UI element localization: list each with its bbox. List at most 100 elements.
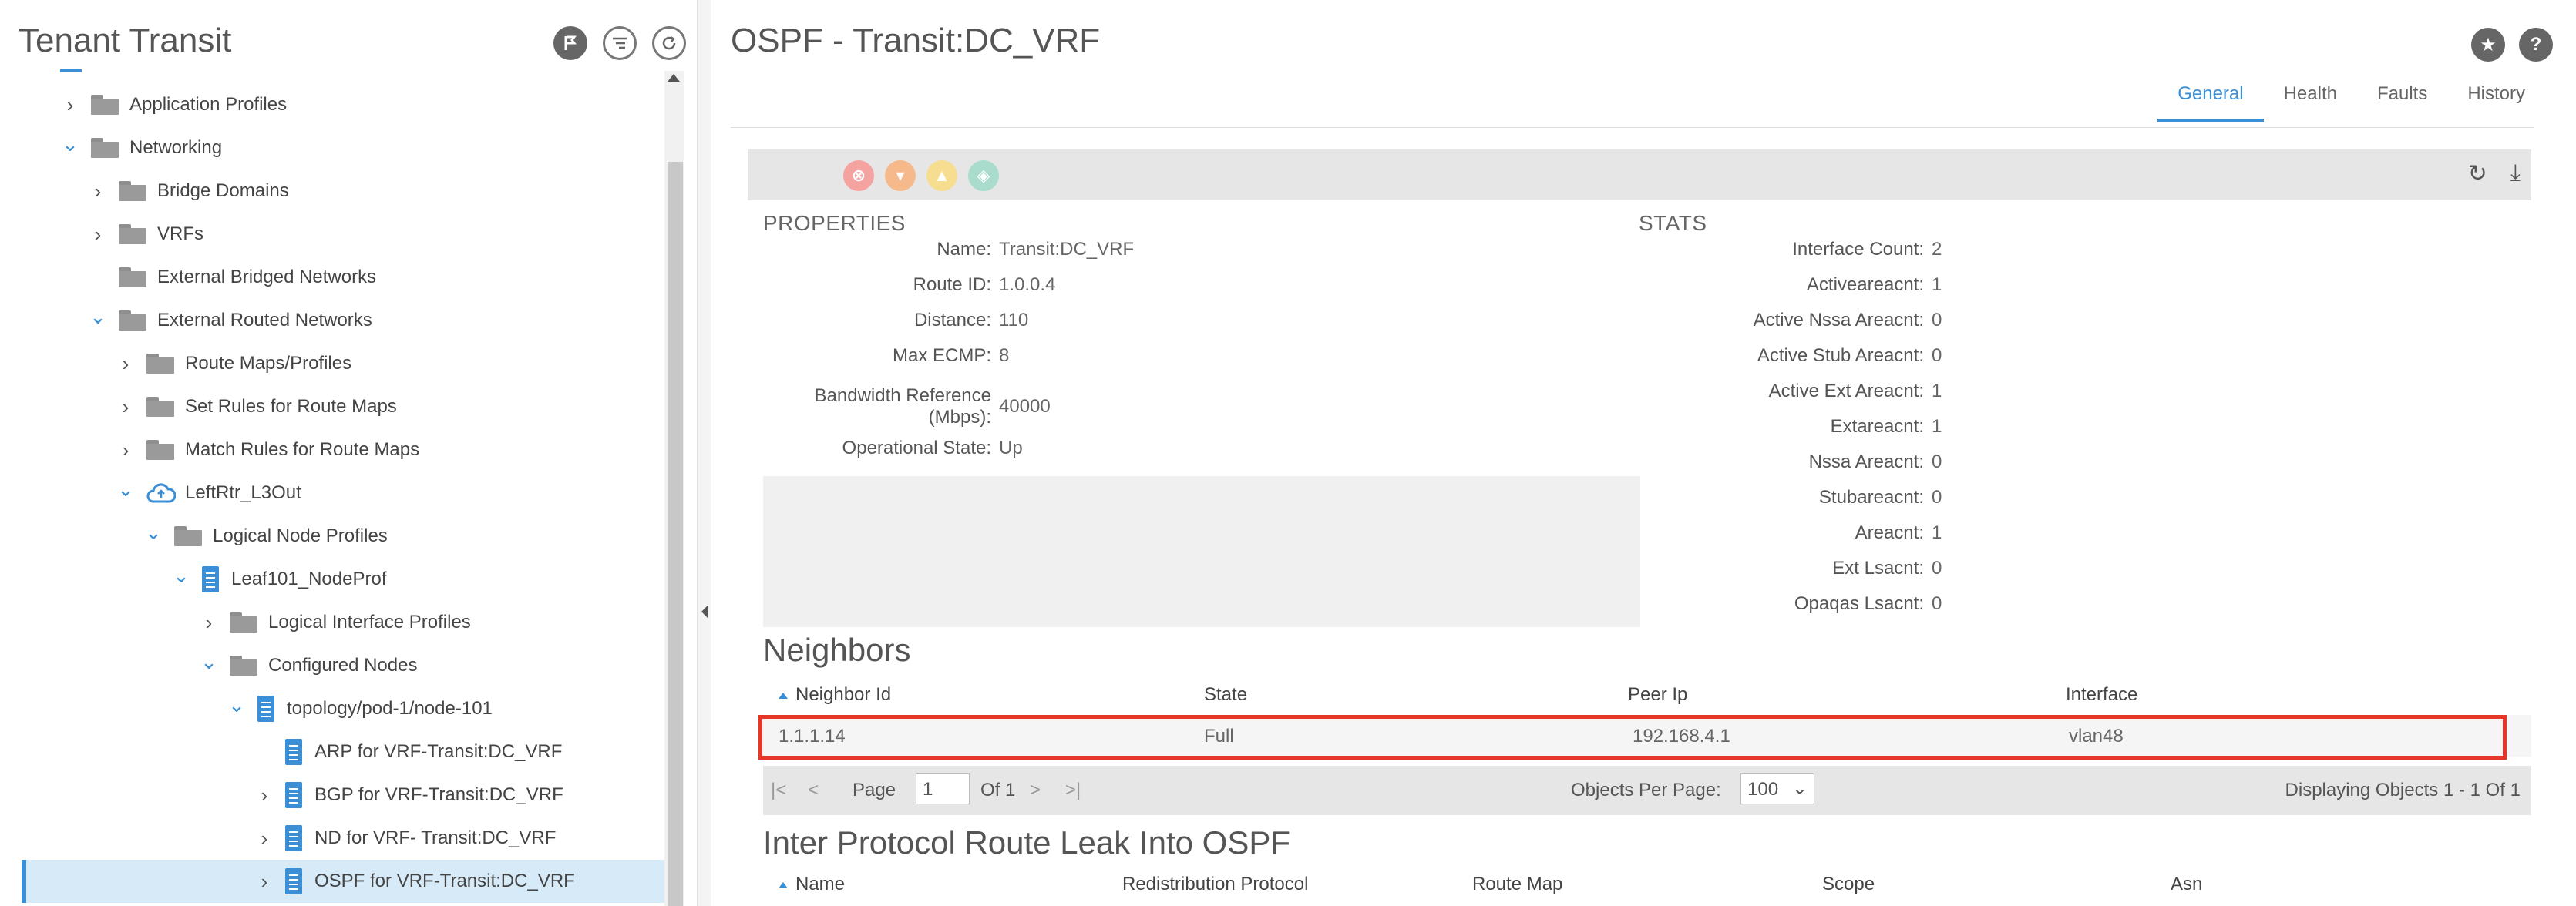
prev-page-icon[interactable]: <: [808, 780, 819, 801]
tree-item-label: Bridge Domains: [157, 180, 289, 201]
major-fault-icon[interactable]: ▾: [885, 160, 916, 191]
tree-item[interactable]: › VRFs: [89, 213, 203, 256]
tree-item[interactable]: › BGP for VRF-Transit:DC_VRF: [256, 773, 563, 817]
property-row: Operational State: Up: [763, 438, 1023, 459]
col-peer-ip[interactable]: Peer Ip: [1628, 684, 1687, 706]
col-state[interactable]: State: [1204, 684, 1247, 706]
folder-icon: [146, 354, 174, 374]
tree-item[interactable]: ⌄ External Routed Networks: [89, 299, 372, 342]
stat-key: Active Ext Areacnt:: [1768, 381, 1924, 401]
chevron-right-icon[interactable]: ›: [256, 827, 273, 850]
tree-item-selected[interactable]: › OSPF for VRF-Transit:DC_VRF: [22, 860, 664, 903]
document-icon: [257, 696, 274, 722]
chevron-down-icon[interactable]: ⌄: [89, 305, 106, 328]
col-interface[interactable]: Interface: [2066, 684, 2137, 706]
stat-key: Ext Lsacnt:: [1832, 558, 1924, 579]
chevron-right-icon[interactable]: ›: [256, 870, 273, 893]
chevron-down-icon[interactable]: ⌄: [228, 693, 245, 716]
chevron-right-icon[interactable]: ›: [117, 438, 134, 461]
col-asn[interactable]: Asn: [2171, 874, 2202, 895]
warning-fault-icon[interactable]: ◈: [968, 160, 999, 191]
critical-fault-icon[interactable]: ⊗: [843, 160, 874, 191]
col-route-map[interactable]: Route Map: [1472, 874, 1562, 895]
property-key: Operational State:: [842, 438, 991, 458]
stat-row: Interface Count: 2: [1639, 239, 1942, 260]
chevron-right-icon[interactable]: ›: [89, 180, 106, 203]
refresh-icon[interactable]: [652, 26, 686, 60]
tree-item[interactable]: ⌄ LeftRtr_L3Out: [117, 471, 301, 515]
stat-key: Nssa Areacnt:: [1808, 451, 1924, 472]
tree-item[interactable]: › Route Maps/Profiles: [117, 342, 351, 385]
stat-key: Stubareacnt:: [1818, 487, 1924, 508]
quick-start-icon[interactable]: [553, 26, 587, 60]
download-icon[interactable]: ⤓: [2510, 160, 2521, 187]
tree-item[interactable]: › ND for VRF- Transit:DC_VRF: [256, 817, 556, 860]
favorite-star-icon[interactable]: ★: [2471, 28, 2505, 62]
tree-item[interactable]: ⌄ topology/pod-1/node-101: [228, 687, 493, 730]
stat-key: Extareacnt:: [1830, 416, 1924, 437]
stat-value: 1: [1932, 274, 1942, 295]
stat-row: Ext Lsacnt: 0: [1639, 558, 1942, 579]
page-input[interactable]: 1: [916, 773, 970, 804]
chevron-right-icon[interactable]: ›: [117, 395, 134, 418]
property-row: Route ID: 1.0.0.4: [763, 274, 1056, 296]
chevron-down-icon[interactable]: ⌄: [200, 650, 217, 673]
pane-splitter[interactable]: [698, 0, 711, 906]
properties-heading: PROPERTIES: [763, 211, 906, 235]
col-neighbor-id[interactable]: Neighbor Id: [779, 684, 891, 706]
apic-window: Tenant Transit › Application Profiles ⌄ Net…: [0, 0, 2576, 906]
filter-list-icon[interactable]: [603, 26, 637, 60]
chevron-down-icon[interactable]: ⌄: [173, 564, 190, 587]
tree-item[interactable]: › Set Rules for Route Maps: [117, 385, 397, 428]
tree-item[interactable]: › Match Rules for Route Maps: [117, 428, 419, 471]
tree-item[interactable]: › Bridge Domains: [89, 169, 289, 213]
next-page-icon[interactable]: >: [1030, 780, 1041, 801]
tree-item[interactable]: ARP for VRF-Transit:DC_VRF: [256, 730, 562, 773]
chevron-right-icon[interactable]: ›: [62, 93, 79, 116]
stat-key: Opaqas Lsacnt:: [1794, 593, 1924, 614]
tree-item[interactable]: External Bridged Networks: [89, 256, 376, 299]
minor-fault-icon[interactable]: ▲: [926, 160, 957, 191]
chevron-down-icon[interactable]: ⌄: [62, 133, 79, 156]
tree-scroll-thumb[interactable]: [668, 162, 683, 906]
tree-item-label: Match Rules for Route Maps: [185, 439, 420, 460]
per-page-select[interactable]: 100 ⌄: [1740, 773, 1814, 804]
tree-item[interactable]: ⌄ Networking: [62, 126, 222, 169]
navigation-pane: Tenant Transit › Application Profiles ⌄ Net…: [0, 0, 698, 906]
tree-item[interactable]: › Application Profiles: [62, 83, 287, 126]
stat-row: Activeareacnt: 1: [1639, 274, 1942, 296]
tree-item[interactable]: ⌄ Logical Node Profiles: [145, 515, 388, 558]
chevron-down-icon[interactable]: ⌄: [145, 521, 162, 544]
chevron-right-icon[interactable]: ›: [256, 784, 273, 807]
tab-general[interactable]: General: [2157, 83, 2264, 122]
tree-item[interactable]: ⌄ Configured Nodes: [200, 644, 417, 687]
first-page-icon[interactable]: |<: [771, 780, 786, 801]
stat-value: 0: [1932, 310, 1942, 331]
last-page-icon[interactable]: >|: [1065, 780, 1081, 801]
col-scope[interactable]: Scope: [1822, 874, 1875, 895]
collapse-arrow-icon[interactable]: [701, 606, 708, 618]
chevron-right-icon[interactable]: ›: [117, 352, 134, 375]
col-redistribution-protocol[interactable]: Redistribution Protocol: [1122, 874, 1308, 895]
tab-divider: [731, 127, 2534, 128]
property-key: Bandwidth Reference (Mbps):: [763, 385, 991, 428]
tab-history[interactable]: History: [2447, 83, 2545, 122]
help-icon[interactable]: ?: [2519, 28, 2553, 62]
chevron-down-icon[interactable]: ⌄: [117, 478, 134, 501]
col-name[interactable]: Name: [779, 874, 845, 895]
tree-item[interactable]: ⌄ Leaf101_NodeProf: [173, 558, 387, 601]
tree-item-label: External Routed Networks: [157, 310, 372, 331]
tab-faults[interactable]: Faults: [2357, 83, 2447, 122]
page-title: OSPF - Transit:DC_VRF: [731, 22, 1101, 59]
tree-item-label: VRFs: [157, 223, 203, 244]
neighbors-pager: |< < Page 1 Of 1 > >| Objects Per Page: …: [763, 766, 2531, 815]
chevron-right-icon[interactable]: ›: [89, 223, 106, 246]
chevron-right-icon[interactable]: ›: [200, 611, 217, 634]
property-value: Up: [999, 438, 1023, 458]
tree-item[interactable]: › Logical Interface Profiles: [200, 601, 471, 644]
document-icon: [202, 566, 219, 592]
scroll-up-arrow-icon[interactable]: [668, 74, 680, 82]
refresh-icon[interactable]: ↻: [2468, 160, 2487, 187]
stat-key: Activeareacnt:: [1806, 274, 1924, 295]
tab-health[interactable]: Health: [2264, 83, 2357, 122]
